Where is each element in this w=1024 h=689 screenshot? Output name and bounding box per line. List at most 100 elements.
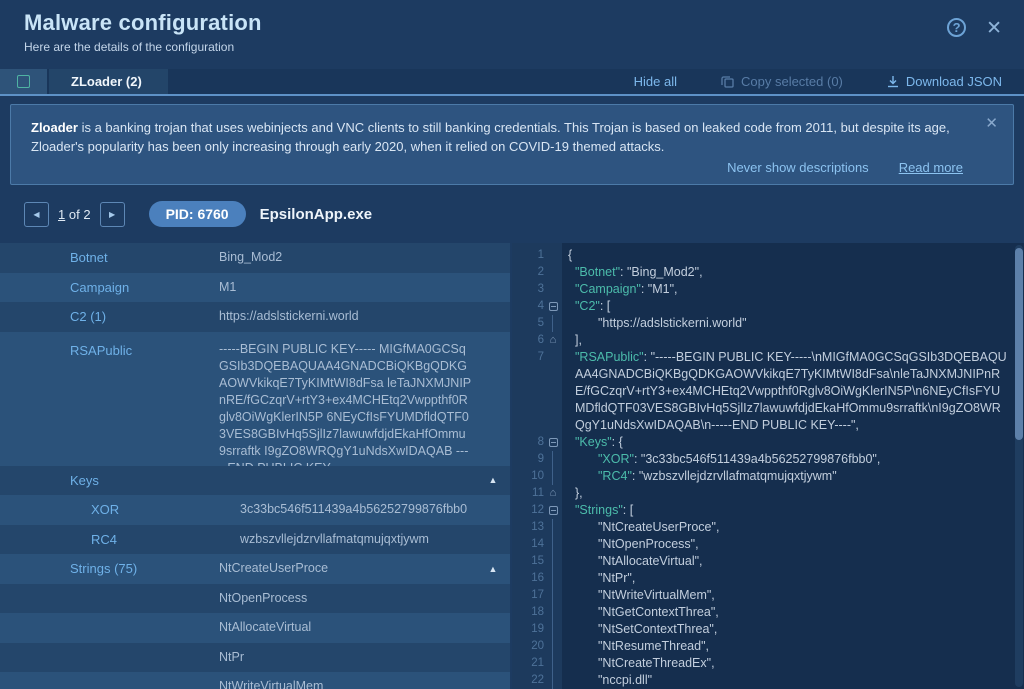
json-line: 4 "C2": [ xyxy=(512,298,1024,315)
json-line: 12"Strings": [ xyxy=(512,502,1024,519)
json-line: 20"NtResumeThread", xyxy=(512,638,1024,655)
hide-all-button[interactable]: Hide all xyxy=(634,74,677,89)
fold-collapse-icon[interactable] xyxy=(544,502,562,519)
row-value: NtOpenProcess xyxy=(219,590,476,607)
row-label: RC4 xyxy=(0,532,219,547)
help-icon[interactable]: ? xyxy=(947,18,966,37)
line-number: 19 xyxy=(512,621,544,638)
download-json-button[interactable]: Download JSON xyxy=(887,74,1002,89)
json-viewer: 1{2"Botnet": "Bing_Mod2",3"Campaign": "M… xyxy=(512,243,1024,689)
never-show-descriptions-link[interactable]: Never show descriptions xyxy=(727,160,869,175)
table-row: CampaignM1 xyxy=(0,273,510,303)
json-lines: 1{2"Botnet": "Bing_Mod2",3"Campaign": "M… xyxy=(512,243,1024,689)
json-code: "nccpi.dll" xyxy=(562,672,1024,689)
row-value: NtWriteVirtualMem xyxy=(219,678,476,689)
line-number: 8 xyxy=(512,434,544,451)
fold-gutter xyxy=(544,468,562,485)
tab-bar: ZLoader (2) Hide all Copy selected (0) D… xyxy=(0,69,1024,96)
prev-page-button[interactable]: ◀ xyxy=(24,202,49,227)
fold-gutter xyxy=(544,349,562,434)
row-label: Keys xyxy=(0,473,219,488)
json-code: "NtSetContextThrea", xyxy=(562,621,1024,638)
collapse-arrow-icon[interactable]: ▲ xyxy=(476,475,510,485)
fold-end-icon[interactable]: ⌂ xyxy=(544,332,562,349)
pagination-bar: ◀ 1 of 2 ▶ PID: 6760 EpsilonApp.exe xyxy=(0,185,1024,243)
fold-collapse-icon[interactable] xyxy=(544,434,562,451)
row-value: NtCreateUserProce xyxy=(219,560,476,577)
page-indicator: 1 of 2 xyxy=(58,207,91,222)
select-all-checkbox[interactable] xyxy=(17,75,30,88)
row-label: XOR xyxy=(0,502,219,517)
tab-actions: Hide all Copy selected (0) Download JSON xyxy=(634,69,1024,94)
json-code: "NtAllocateVirtual", xyxy=(562,553,1024,570)
download-json-label: Download JSON xyxy=(906,74,1002,89)
chevron-right-icon: ▶ xyxy=(109,210,115,219)
copy-selected-label: Copy selected (0) xyxy=(741,74,843,89)
fold-gutter xyxy=(544,451,562,468)
line-number: 21 xyxy=(512,655,544,672)
line-number: 15 xyxy=(512,553,544,570)
row-value: M1 xyxy=(219,279,476,296)
fold-end-icon[interactable]: ⌂ xyxy=(544,485,562,502)
malware-configuration-modal: Malware configuration Here are the detai… xyxy=(0,0,1024,689)
row-label: Campaign xyxy=(0,280,219,295)
fold-gutter xyxy=(544,570,562,587)
json-line: 22 "nccpi.dll" xyxy=(512,672,1024,689)
page-separator: of xyxy=(69,207,80,222)
line-number: 6 xyxy=(512,332,544,349)
scrollbar-thumb[interactable] xyxy=(1015,248,1023,440)
tab-zloader[interactable]: ZLoader (2) xyxy=(49,69,168,94)
line-number: 3 xyxy=(512,281,544,298)
table-row: NtOpenProcess xyxy=(0,584,510,614)
line-number: 13 xyxy=(512,519,544,536)
line-number: 20 xyxy=(512,638,544,655)
table-row: Keys ▲ xyxy=(0,466,510,496)
line-number: 4 xyxy=(512,298,544,315)
line-number: 17 xyxy=(512,587,544,604)
json-code: "NtCreateThreadEx", xyxy=(562,655,1024,672)
table-row: Strings (75)NtCreateUserProce▲ xyxy=(0,554,510,584)
fold-gutter xyxy=(544,536,562,553)
copy-icon xyxy=(721,75,734,88)
next-page-button[interactable]: ▶ xyxy=(100,202,125,227)
line-number: 22 xyxy=(512,672,544,689)
json-line: 8"Keys": { xyxy=(512,434,1024,451)
json-code: "NtWriteVirtualMem", xyxy=(562,587,1024,604)
row-label: RSAPublic xyxy=(0,341,219,358)
line-number: 7 xyxy=(512,349,544,434)
json-code: "Botnet": "Bing_Mod2", xyxy=(562,264,1024,281)
line-number: 14 xyxy=(512,536,544,553)
row-value: https://adslstickerni.world xyxy=(219,308,476,325)
pid-badge: PID: 6760 xyxy=(149,201,246,227)
row-value: 3c33bc546f511439a4b56252799876fbb0 xyxy=(219,501,476,518)
row-label: Botnet xyxy=(0,250,219,265)
json-code: "NtPr", xyxy=(562,570,1024,587)
description-text: Zloader is a banking trojan that uses we… xyxy=(31,118,969,156)
line-number: 9 xyxy=(512,451,544,468)
fold-collapse-icon[interactable] xyxy=(544,298,562,315)
json-line: 19 "NtSetContextThrea", xyxy=(512,621,1024,638)
json-line: 11⌂}, xyxy=(512,485,1024,502)
header-text: Malware configuration Here are the detai… xyxy=(24,10,262,69)
read-more-link[interactable]: Read more xyxy=(899,160,963,175)
json-scrollbar[interactable] xyxy=(1015,245,1023,687)
table-row: NtAllocateVirtual xyxy=(0,613,510,643)
description-close-icon[interactable]: ✕ xyxy=(985,114,998,132)
json-code: "C2": [ xyxy=(562,298,1024,315)
fold-gutter xyxy=(544,519,562,536)
json-code: "Campaign": "M1", xyxy=(562,281,1024,298)
row-value: wzbszvllejdzrvllafmatqmujqxtjywm xyxy=(219,531,476,548)
chevron-left-icon: ◀ xyxy=(33,210,39,219)
json-line: 18"NtGetContextThrea", xyxy=(512,604,1024,621)
json-code: "https://adslstickerni.world" xyxy=(562,315,1024,332)
collapse-arrow-icon[interactable]: ▲ xyxy=(476,564,510,574)
json-code: "Strings": [ xyxy=(562,502,1024,519)
row-label: Strings (75) xyxy=(0,561,219,576)
table-row: NtPr xyxy=(0,643,510,673)
copy-selected-button[interactable]: Copy selected (0) xyxy=(721,74,843,89)
json-line: 2 "Botnet": "Bing_Mod2", xyxy=(512,264,1024,281)
table-row: NtWriteVirtualMem xyxy=(0,672,510,689)
description-section: Zloader is a banking trojan that uses we… xyxy=(0,96,1024,185)
close-icon[interactable]: ✕ xyxy=(986,18,1002,39)
line-number: 2 xyxy=(512,264,544,281)
